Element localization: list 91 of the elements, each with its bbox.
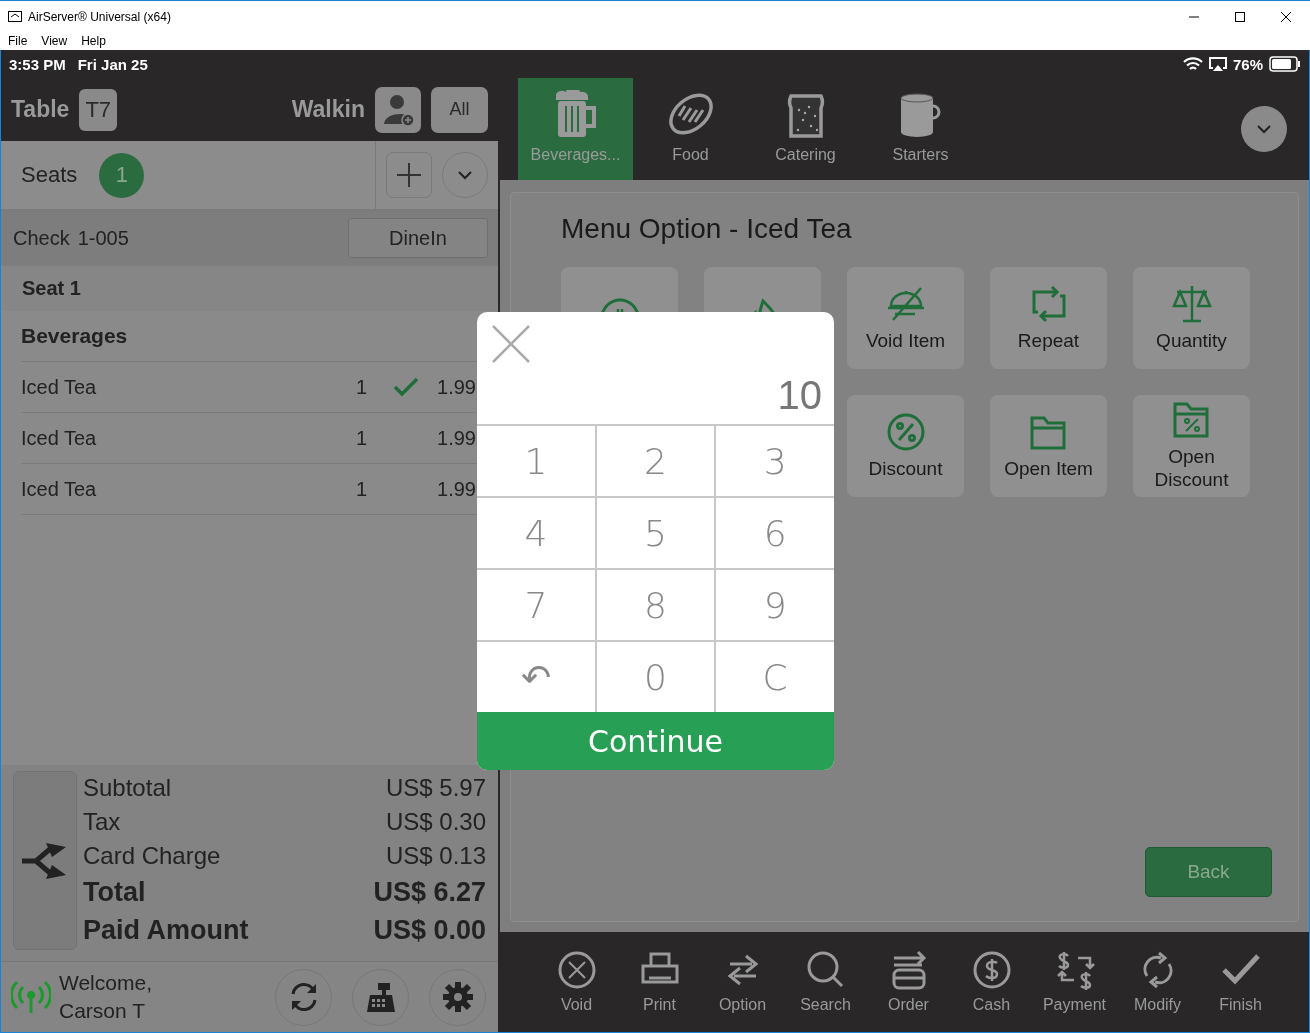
toolbar-button[interactable]: Search [784,932,867,1032]
keypad-key[interactable]: 1 [477,426,595,496]
toolbar-button[interactable]: Order [867,932,950,1032]
status-date: Fri Jan 25 [77,55,148,73]
category-tab[interactable]: Starters [863,78,978,180]
keypad-key[interactable]: 4 [477,498,595,568]
battery-percent: 76% [1232,55,1263,73]
menu-action-button[interactable]: Void Item [847,267,964,369]
toolbar-button[interactable]: Payment [1033,932,1116,1032]
item-name: Iced Tea [21,477,98,501]
category-tab[interactable]: Catering [748,78,863,180]
check-number: 1-005 [77,226,129,250]
coffee-cup-icon [898,92,943,138]
item-quantity: 1 [356,477,369,501]
wifi-icon [1182,56,1203,72]
menu-item[interactable]: View [41,34,68,48]
scale-icon [1170,283,1213,324]
seat-count-badge[interactable]: 1 [99,152,145,198]
beer-mug-icon [553,90,598,138]
order-type-button[interactable]: DineIn [348,218,488,258]
menu-item[interactable]: Help [81,34,106,48]
keypad-key[interactable]: 5 [596,498,715,568]
plus-icon [396,162,422,188]
quantity-display: 10 [777,373,822,418]
keypad-key[interactable]: 2 [596,426,715,496]
total-label: Subtotal [83,774,172,802]
keypad-key[interactable]: 8 [596,570,715,640]
menu-item[interactable]: File [8,34,28,48]
seat-header[interactable]: Seat 1 [1,266,498,311]
total-amount: US$ 6.27 [373,876,486,908]
item-name: Iced Tea [21,375,98,399]
keypad-key[interactable]: ↶ [477,642,595,712]
keypad-key[interactable]: 6 [716,498,834,568]
total-amount: US$ 5.97 [385,774,486,802]
settings-icon [440,980,475,1014]
all-button[interactable]: All [431,86,488,133]
chevron-down-icon [1256,124,1272,134]
close-icon [491,324,531,364]
total-label: Tax [83,808,121,836]
status-time: 3:53 PM [9,55,66,73]
back-button[interactable]: Back [1145,847,1272,897]
panel-title: Menu Option - Iced Tea [561,213,853,245]
add-customer-button[interactable] [375,86,421,133]
keypad-key[interactable]: 9 [716,570,834,640]
toolbar-button[interactable]: Modify [1116,932,1199,1032]
signal-icon [11,980,51,1014]
toolbar-button[interactable]: Void [535,932,618,1032]
table-number[interactable]: T7 [79,88,118,131]
battery-icon [1269,56,1301,72]
airplay-icon [1208,56,1227,72]
item-quantity: 1 [356,375,369,399]
window-title: AirServer® Universal (x64) [28,9,171,24]
menu-action-button[interactable]: Open Item [990,395,1107,497]
menu-action-button[interactable]: Discount [847,395,964,497]
toolbar-button[interactable]: Option [701,932,784,1032]
menu-action-button[interactable]: Repeat [990,267,1107,369]
total-amount: US$ 0.30 [385,808,486,836]
total-label: Paid Amount [83,914,249,946]
app-icon [8,11,22,22]
total-label: Card Charge [83,842,221,870]
item-name: Iced Tea [21,426,98,450]
close-icon[interactable] [1280,10,1292,23]
toolbar-button[interactable]: Finish [1199,932,1282,1032]
keypad-key[interactable]: 0 [596,642,715,712]
toolbar-button[interactable]: Print [618,932,701,1032]
continue-button[interactable]: Continue [477,712,834,770]
add-seat-button[interactable] [386,152,432,198]
split-button[interactable] [13,771,77,950]
total-amount: US$ 0.13 [385,842,486,870]
total-label: Total [83,876,146,908]
item-price: 1.99 [436,375,476,399]
toolbar-button[interactable]: Cash [950,932,1033,1032]
chevron-down-icon [457,170,473,180]
table-label: Table [11,96,70,123]
keypad-key[interactable]: C [716,642,834,712]
keypad-key[interactable]: 7 [477,570,595,640]
customer-name: Walkin [291,96,365,123]
menu-action-button[interactable]: Open Discount [1133,395,1250,497]
maximize-icon[interactable] [1234,10,1246,23]
seats-label: Seats [21,162,78,188]
item-price: 1.99 [436,426,476,450]
item-price: 1.99 [436,477,476,501]
menu-action-button[interactable]: Quantity [1133,267,1250,369]
check-label: Check [13,226,70,250]
category-tab[interactable]: Food [633,78,748,180]
more-categories-button[interactable] [1241,106,1287,152]
keypad-key[interactable]: 3 [716,426,834,496]
total-amount: US$ 0.00 [373,914,486,946]
welcome-text: Welcome, [59,969,152,996]
item-quantity: 1 [356,426,369,450]
welcome-text: Carson T [59,998,146,1024]
